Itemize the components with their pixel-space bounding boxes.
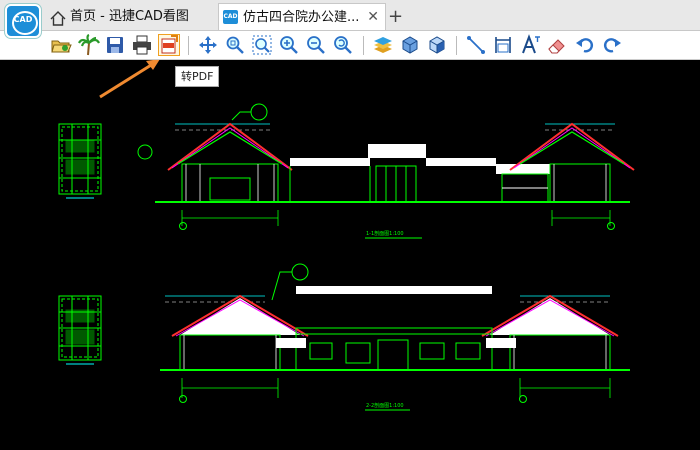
cube-shaded-icon [429,36,445,54]
open-file-button[interactable] [50,34,72,56]
cube-icon [402,36,418,54]
layers-icon [374,37,392,53]
save-icon [107,37,123,53]
layers-button[interactable] [372,34,394,56]
tab-document[interactable]: CAD 仿古四合院办公建... ✕ [218,3,386,30]
printer-icon [133,35,151,55]
zoom-in-button[interactable] [278,34,300,56]
new-tab-button[interactable]: + [388,3,403,30]
3d-shade-button[interactable] [426,34,448,56]
eraser-icon [548,39,565,54]
cad-doc-icon: CAD [223,10,238,24]
line-measure-icon [467,36,485,54]
toolbar [0,31,700,60]
zoom-window-button[interactable] [224,34,246,56]
toolbar-separator [188,36,189,55]
3d-view-button[interactable] [399,34,421,56]
to-pdf-button[interactable] [158,34,180,56]
zoom-extents-icon [252,35,272,55]
palm-tree-icon [78,34,100,56]
section-drawing-1 [137,103,635,239]
section-2-label: 2-2剖面图1:100 [366,402,404,409]
floor-plan-2 [58,295,102,365]
redo-button[interactable] [601,34,623,56]
text-button[interactable] [519,34,541,56]
section-drawing-2 [160,263,630,411]
close-icon[interactable]: ✕ [367,4,379,31]
tab-document-label: 仿古四合院办公建... [243,10,360,25]
app-logo-text: CAD [13,15,33,24]
undo-icon [576,38,594,53]
floor-plan-1 [58,123,102,199]
toolbar-separator [456,36,457,55]
pan-arrows-icon [199,36,217,54]
redo-icon [603,38,621,53]
dimension-icon [495,37,511,53]
print-button[interactable] [131,34,153,56]
tab-home[interactable]: 首页 - 迅捷CAD看图 [48,3,218,30]
drawing-canvas[interactable]: 1-1剖面图1:100 2-2剖面图1:100 [0,60,700,450]
zoom-in-icon [280,36,298,54]
save-button[interactable] [104,34,126,56]
zoom-out-button[interactable] [305,34,327,56]
zoom-window-icon [226,36,244,54]
undo-button[interactable] [574,34,596,56]
zoom-previous-icon [334,36,352,54]
toolbar-separator [363,36,364,55]
pan-button[interactable] [197,34,219,56]
zoom-previous-button[interactable] [332,34,354,56]
tab-home-label: 首页 - 迅捷CAD看图 [70,9,189,24]
dimension-button[interactable] [492,34,514,56]
zoom-out-icon [307,36,325,54]
app-logo: CAD [5,4,41,38]
text-icon [522,34,540,54]
annotation-arrow [99,60,157,99]
tab-bar: 首页 - 迅捷CAD看图 CAD 仿古四合院办公建... ✕ + [0,0,700,31]
vip-button[interactable] [78,34,100,56]
section-1-label: 1-1剖面图1:100 [366,230,404,237]
folder-open-icon [51,40,72,53]
measure-line-button[interactable] [465,34,487,56]
zoom-extents-button[interactable] [251,34,273,56]
eraser-button[interactable] [546,34,568,56]
pdf-export-icon [161,35,178,54]
